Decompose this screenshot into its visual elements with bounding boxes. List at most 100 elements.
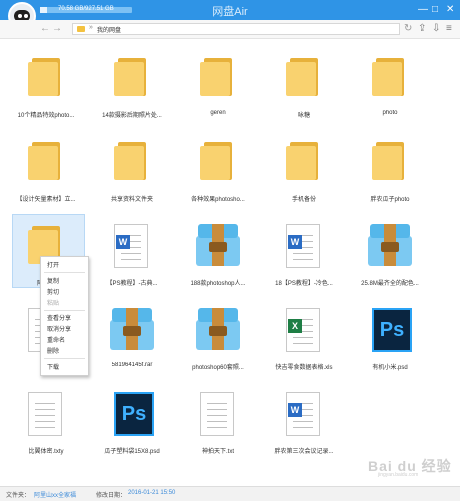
folder-icon: [114, 58, 148, 96]
item-label: 瓜子塑料袋15X8.psd: [104, 449, 160, 455]
upload-icon[interactable]: ⇪: [418, 23, 426, 35]
context-menu-item[interactable]: 复制: [41, 277, 88, 287]
close-button[interactable]: ✕: [446, 4, 454, 16]
item-label: 581964145f.rar: [111, 362, 153, 368]
folder-item[interactable]: 胖农瓜子photo: [350, 130, 430, 206]
file-item[interactable]: 神拍天下.txt: [178, 382, 258, 458]
item-label: 14款摄影后期照片处...: [102, 113, 162, 119]
item-label: 神拍天下.txt: [201, 449, 234, 455]
forward-button[interactable]: →: [52, 23, 62, 35]
folder-item[interactable]: 共享资料文件夹: [92, 130, 172, 206]
item-label: 25.8M最齐全的配色...: [361, 281, 419, 287]
item-label: 18【PS教程】-冷色...: [275, 281, 333, 287]
context-menu-item[interactable]: 查看分享: [41, 314, 88, 324]
item-label: 比翼体密.txty: [28, 449, 64, 455]
file-item[interactable]: 188款photoshop人...: [178, 214, 258, 290]
watermark-subtext: jingyan.baidu.com: [378, 472, 419, 478]
item-label: 手机备份: [291, 197, 316, 203]
file-item[interactable]: 比翼体密.txty: [6, 382, 86, 458]
photoshop-file-icon: Ps: [372, 308, 412, 352]
text-doc-icon: [28, 392, 62, 436]
download-icon[interactable]: ⇩: [432, 23, 440, 35]
archive-icon: [196, 308, 240, 350]
item-label: photo: [382, 110, 398, 116]
app-title: 网盘Air: [212, 6, 248, 18]
back-button[interactable]: ←: [40, 23, 50, 35]
file-item[interactable]: Ps 有机小米.psd: [350, 298, 430, 374]
context-menu-item[interactable]: 取消分享: [41, 325, 88, 335]
file-item[interactable]: 581964145f.rar: [92, 298, 172, 374]
folder-item[interactable]: photo: [350, 46, 430, 122]
menu-divider: [44, 358, 85, 359]
folder-item[interactable]: 手机备份: [264, 130, 344, 206]
context-menu-item[interactable]: 删除: [41, 347, 88, 357]
word-doc-icon: W: [286, 224, 320, 268]
folder-icon: [372, 142, 406, 180]
folder-icon: [77, 26, 85, 32]
word-doc-icon: W: [114, 224, 148, 268]
folder-icon: [114, 142, 148, 180]
menu-divider: [44, 310, 85, 311]
archive-icon: [196, 224, 240, 266]
breadcrumb[interactable]: 我的网盘: [97, 25, 121, 34]
avatar-eye-left: [18, 14, 22, 18]
archive-icon: [110, 308, 154, 350]
photoshop-file-icon: Ps: [114, 392, 154, 436]
navigation-bar: ← → » 我的网盘 ↻ ⇪ ⇩ ≡: [0, 20, 460, 39]
view-mode-icon[interactable]: ≡: [446, 23, 452, 35]
status-file-label: 文件夹：: [6, 493, 31, 499]
folder-item[interactable]: 各种效果photosho...: [178, 130, 258, 206]
status-time-value: 2016-01-21 15:50: [128, 490, 176, 496]
folder-item[interactable]: geren: [178, 46, 258, 122]
file-item[interactable]: 25.8M最齐全的配色...: [350, 214, 430, 290]
refresh-button[interactable]: ↻: [404, 23, 412, 35]
maximize-button[interactable]: □: [432, 4, 438, 16]
item-label: 胖农第三次会议记录...: [274, 449, 334, 455]
file-item[interactable]: W 18【PS教程】-冷色...: [264, 214, 344, 290]
file-item[interactable]: photoshop60套照...: [178, 298, 258, 374]
address-bar[interactable]: » 我的网盘: [72, 23, 400, 35]
title-bar: 70.58 GB/927.51 GB 网盘Air — □ ✕: [0, 0, 460, 20]
folder-item[interactable]: 14款摄影后期照片处...: [92, 46, 172, 122]
file-item[interactable]: Ps 瓜子塑料袋15X8.psd: [92, 382, 172, 458]
folder-item[interactable]: 咏糖: [264, 46, 344, 122]
menu-divider: [44, 272, 85, 273]
item-label: 共享资料文件夹: [110, 197, 153, 203]
folder-icon: [200, 142, 234, 180]
file-item[interactable]: W 【PS教程】-古典...: [92, 214, 172, 290]
folder-icon: [28, 142, 62, 180]
minimize-button[interactable]: —: [418, 4, 428, 16]
context-menu-item[interactable]: 剪切: [41, 288, 88, 298]
item-label: photoshop60套照...: [192, 365, 244, 371]
item-label: 【设计矢量素材】立...: [16, 197, 76, 203]
context-menu-item[interactable]: 重命名: [41, 336, 88, 346]
item-label: 【PS教程】-古典...: [106, 281, 158, 287]
breadcrumb-separator: »: [89, 24, 93, 31]
item-label: 快吉零食数据表格.xls: [275, 365, 333, 371]
folder-icon: [372, 58, 406, 96]
folder-item[interactable]: 【设计矢量素材】立...: [6, 130, 86, 206]
file-item[interactable]: W 胖农第三次会议记录...: [264, 382, 344, 458]
context-menu-item[interactable]: 下载: [41, 363, 88, 373]
avatar-eye-right: [24, 14, 28, 18]
status-time-label: 修改日期：: [96, 493, 127, 499]
item-label: 咏糖: [297, 113, 310, 119]
context-menu-item[interactable]: 打开: [41, 261, 88, 271]
context-menu-item: 粘贴: [47, 301, 60, 307]
folder-item[interactable]: 10个精品特效photo...: [6, 46, 86, 122]
folder-icon: [286, 142, 320, 180]
item-label: 各种效果photosho...: [191, 197, 245, 203]
status-bar: 文件夹： 阿里山xx全家福 修改日期： 2016-01-21 15:50: [0, 486, 460, 501]
folder-icon: [200, 58, 234, 96]
word-doc-icon: W: [286, 392, 320, 436]
item-label: 有机小米.psd: [372, 365, 408, 371]
archive-icon: [368, 224, 412, 266]
folder-icon: [28, 58, 62, 96]
item-label: 胖农瓜子photo: [370, 197, 410, 203]
file-item[interactable]: X 快吉零食数据表格.xls: [264, 298, 344, 374]
item-label: 10个精品特效photo...: [17, 113, 75, 119]
excel-sheet-icon: X: [286, 308, 320, 352]
status-file-value: 阿里山xx全家福: [34, 493, 77, 499]
context-menu: 打开复制 剪切粘贴查看分享 取消分享 重命名 删除下载: [40, 256, 89, 376]
item-label: geren: [210, 110, 226, 116]
